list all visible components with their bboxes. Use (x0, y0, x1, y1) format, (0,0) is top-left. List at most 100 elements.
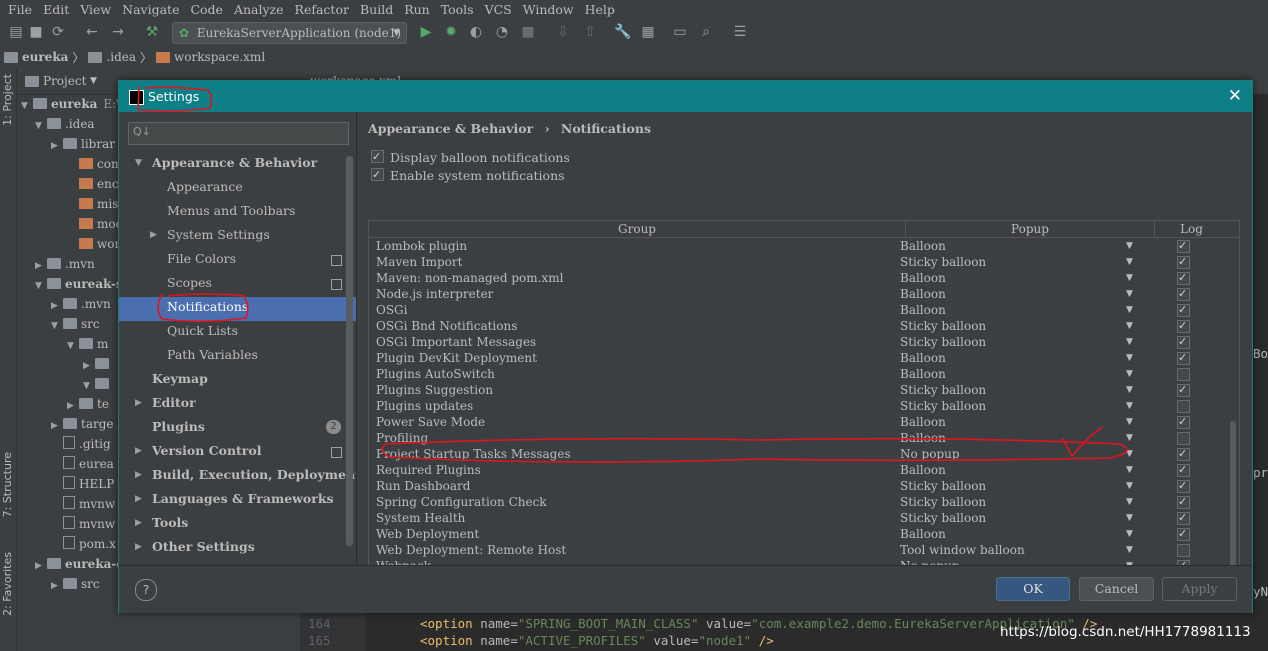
settings-nav-file-colors[interactable]: File Colors (167, 247, 236, 271)
popup-cell[interactable]: Balloon (900, 238, 946, 254)
tree-node[interactable]: ▼ (83, 374, 113, 394)
log-checkbox[interactable] (1177, 254, 1190, 270)
settings-nav-keymap[interactable]: Keymap (152, 367, 208, 391)
log-checkbox[interactable] (1177, 238, 1190, 254)
menu-item-navigate[interactable]: Navigate (122, 2, 179, 17)
run-configuration-select[interactable]: ✿ EurekaServerApplication (node1) ▼ (172, 22, 407, 44)
forward-icon[interactable]: → (110, 24, 126, 40)
table-row[interactable]: Plugins AutoSwitch Balloon ▼ (369, 366, 1225, 382)
popup-dropdown-icon[interactable]: ▼ (1126, 430, 1133, 446)
build-hammer-icon[interactable]: ⚒ (144, 24, 160, 40)
update-project-icon[interactable]: ⇩ (555, 24, 571, 40)
table-row[interactable]: Maven Import Sticky balloon ▼ (369, 254, 1225, 270)
popup-cell[interactable]: Sticky balloon (900, 510, 986, 526)
chevron-right-icon[interactable]: ▶ (150, 230, 157, 240)
tree-node[interactable]: mvnw (51, 494, 115, 514)
settings-nav-notifications[interactable]: Notifications (167, 295, 248, 319)
log-checkbox[interactable] (1177, 270, 1190, 286)
nav-scrollbar[interactable] (346, 156, 353, 546)
project-structure-icon[interactable]: ▦ (640, 24, 656, 40)
tree-node[interactable]: ▶ .mvn (35, 254, 95, 274)
table-row[interactable]: OSGi Bnd Notifications Sticky balloon ▼ (369, 318, 1225, 334)
table-row[interactable]: OSGi Important Messages Sticky balloon ▼ (369, 334, 1225, 350)
tree-node[interactable]: ▶ src (51, 574, 100, 594)
popup-dropdown-icon[interactable]: ▼ (1126, 542, 1133, 558)
table-scrollbar[interactable] (1230, 421, 1236, 571)
code-line[interactable]: <option name="SPRING_BOOT_MAIN_CLASS" va… (420, 616, 1097, 631)
tree-node[interactable]: ▶ te (67, 394, 109, 414)
table-row[interactable]: Node.js interpreter Balloon ▼ (369, 286, 1225, 302)
stop-icon[interactable]: ■ (520, 24, 536, 40)
log-checkbox[interactable] (1177, 526, 1190, 542)
settings-nav-version-control[interactable]: Version Control (152, 439, 261, 463)
settings-nav-path-variables[interactable]: Path Variables (167, 343, 258, 367)
code-line[interactable]: <option name="ACTIVE_PROFILES" value="no… (420, 633, 774, 648)
expand-arrow-icon[interactable]: ▶ (51, 416, 63, 436)
popup-cell[interactable]: Sticky balloon (900, 334, 986, 350)
popup-dropdown-icon[interactable]: ▼ (1126, 526, 1133, 542)
commit-icon[interactable]: ⇧ (582, 24, 598, 40)
save-icon[interactable]: ■ (28, 24, 44, 40)
breadcrumb-item[interactable]: workspace.xml (174, 50, 265, 64)
column-header-group[interactable]: Group (369, 221, 906, 237)
log-checkbox[interactable] (1177, 286, 1190, 302)
project-view-select[interactable]: Project (43, 74, 86, 88)
breadcrumb-item[interactable]: .idea (106, 50, 136, 64)
open-folder-icon[interactable]: ▤ (8, 24, 24, 40)
popup-cell[interactable]: Balloon (900, 526, 946, 542)
tree-node[interactable]: ▼ eureka E:\D (21, 94, 130, 114)
menu-item-edit[interactable]: Edit (43, 2, 69, 17)
menu-item-code[interactable]: Code (190, 2, 223, 17)
popup-cell[interactable]: Balloon (900, 350, 946, 366)
popup-cell[interactable]: Balloon (900, 430, 946, 446)
tree-node[interactable]: ▶ librar (51, 134, 115, 154)
popup-dropdown-icon[interactable]: ▼ (1126, 398, 1133, 414)
table-row[interactable]: Spring Configuration Check Sticky balloon… (369, 494, 1225, 510)
settings-nav-editor[interactable]: Editor (152, 391, 196, 415)
expand-arrow-icon[interactable]: ▶ (35, 256, 47, 276)
popup-dropdown-icon[interactable]: ▼ (1126, 366, 1133, 382)
log-checkbox[interactable] (1177, 382, 1190, 398)
chevron-right-icon[interactable]: ▶ (135, 470, 142, 480)
cancel-button[interactable]: Cancel (1079, 577, 1154, 601)
project-tool-tab[interactable]: 1: Project (1, 74, 14, 126)
settings-search-input[interactable]: Q↓ (128, 122, 349, 145)
popup-cell[interactable]: Sticky balloon (900, 254, 986, 270)
enable-system-checkbox[interactable] (371, 166, 384, 184)
popup-dropdown-icon[interactable]: ▼ (1126, 318, 1133, 334)
menu-item-vcs[interactable]: VCS (485, 2, 512, 17)
popup-dropdown-icon[interactable]: ▼ (1126, 462, 1133, 478)
tree-node[interactable]: HELP (51, 474, 114, 494)
popup-dropdown-icon[interactable]: ▼ (1126, 510, 1133, 526)
settings-nav-other-settings[interactable]: Other Settings (152, 535, 255, 559)
menu-item-file[interactable]: File (8, 2, 32, 17)
table-row[interactable]: Maven: non-managed pom.xml Balloon ▼ (369, 270, 1225, 286)
settings-nav-appearance[interactable]: Appearance (167, 175, 243, 199)
tree-node[interactable]: .gitig (51, 434, 111, 454)
popup-cell[interactable]: Sticky balloon (900, 382, 986, 398)
tree-node[interactable]: pom.x (51, 534, 116, 554)
popup-cell[interactable]: Tool window balloon (900, 542, 1025, 558)
popup-cell[interactable]: No popup (900, 446, 960, 462)
table-row[interactable]: Power Save Mode Balloon ▼ (369, 414, 1225, 430)
table-row[interactable]: Profiling Balloon ▼ (369, 430, 1225, 446)
expand-arrow-icon[interactable]: ▶ (35, 556, 47, 576)
help-button[interactable]: ? (135, 579, 157, 601)
expand-arrow-icon[interactable]: ▶ (83, 356, 95, 376)
expand-arrow-icon[interactable]: ▶ (51, 296, 63, 316)
log-checkbox[interactable] (1177, 400, 1190, 413)
popup-cell[interactable]: Balloon (900, 366, 946, 382)
tree-node[interactable]: mvnw (51, 514, 115, 534)
debug-icon[interactable]: ✹ (443, 24, 459, 40)
settings-nav-quick-lists[interactable]: Quick Lists (167, 319, 238, 343)
expand-arrow-icon[interactable]: ▶ (51, 576, 63, 596)
settings-nav-plugins[interactable]: Plugins (152, 415, 205, 439)
expand-arrow-icon[interactable]: ▼ (35, 116, 47, 136)
popup-cell[interactable]: Sticky balloon (900, 318, 986, 334)
popup-cell[interactable]: Balloon (900, 302, 946, 318)
popup-dropdown-icon[interactable]: ▼ (1126, 382, 1133, 398)
settings-nav-system-settings[interactable]: System Settings (167, 223, 270, 247)
settings-nav-appearance-behavior[interactable]: Appearance & Behavior (152, 151, 317, 175)
popup-dropdown-icon[interactable]: ▼ (1126, 302, 1133, 318)
popup-dropdown-icon[interactable]: ▼ (1126, 446, 1133, 462)
